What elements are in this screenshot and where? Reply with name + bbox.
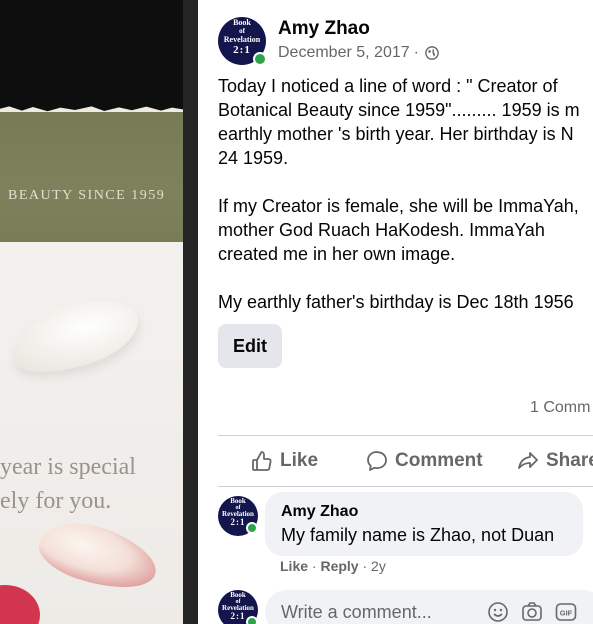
photo-dark-area	[0, 0, 183, 112]
photo-olive-band	[0, 112, 183, 242]
avatar-logo-line-2: of	[239, 27, 245, 35]
edit-button[interactable]: Edit	[218, 324, 282, 368]
post-author-name[interactable]: Amy Zhao	[278, 18, 370, 40]
comment-reply-link[interactable]: Reply	[320, 558, 358, 574]
post-meta: December 5, 2017 ·	[278, 44, 439, 62]
meta-separator: ·	[413, 44, 419, 61]
comment-count[interactable]: 1 Comm	[530, 399, 590, 417]
dot-separator: ·	[311, 558, 317, 574]
avatar-logo-line-3: Revelation	[223, 35, 261, 44]
online-status-dot	[246, 616, 258, 624]
share-button[interactable]: Share	[516, 447, 593, 475]
post-paragraph-3: My earthly father's birthday is Dec 18th…	[218, 290, 593, 314]
post-line: mother God Ruach HaKodesh. ImmaYah	[218, 220, 545, 240]
actions-divider-bottom	[218, 486, 593, 487]
comment-age: 2y	[371, 558, 386, 574]
avatar-logo-line-1: Book	[230, 591, 246, 599]
photo-text-line-1: year is special	[0, 454, 136, 480]
post-line: Today I noticed a line of word : " Creat…	[218, 76, 558, 96]
comment-button[interactable]: Comment	[365, 447, 483, 475]
panel-divider	[183, 0, 198, 624]
write-comment-input[interactable]: Write a comment... GIF	[265, 590, 593, 624]
comment-bubble: Amy Zhao My family name is Zhao, not Dua…	[265, 492, 583, 556]
post-paragraph-2: If my Creator is female, she will be Imm…	[218, 194, 593, 266]
like-label: Like	[280, 450, 319, 471]
photo-band-text: BEAUTY SINCE 1959	[8, 188, 166, 203]
facebook-post: Book of Revelation 2:1 Amy Zhao December…	[198, 0, 593, 624]
comment-author[interactable]: Amy Zhao	[281, 503, 358, 521]
like-button[interactable]: Like	[250, 447, 318, 475]
comment-actions: Like · Reply · 2y	[280, 558, 386, 574]
dot-separator: ·	[362, 558, 368, 574]
comment-placeholder: Write a comment...	[281, 602, 432, 622]
post-line: created me in her own image.	[218, 244, 456, 264]
globe-icon	[425, 46, 439, 60]
background-photo: BEAUTY SINCE 1959 year is special ely fo…	[0, 0, 183, 624]
photo-text-line-2: ely for you.	[0, 488, 112, 514]
gif-label: GIF	[560, 609, 573, 618]
post-line: If my Creator is female, she will be Imm…	[218, 196, 579, 216]
camera-icon[interactable]	[521, 601, 543, 623]
online-status-dot	[253, 52, 267, 66]
avatar-logo-line-1: Book	[233, 18, 251, 27]
post-line: Botanical Beauty since 1959"......... 19…	[218, 100, 580, 120]
post-body: Today I noticed a line of word : " Creat…	[218, 74, 593, 338]
emoji-icon[interactable]	[487, 601, 509, 623]
comment-text: My family name is Zhao, not Duan	[281, 525, 555, 545]
post-paragraph-1: Today I noticed a line of word : " Creat…	[218, 74, 593, 170]
share-arrow-icon	[518, 452, 538, 469]
post-line: 24 1959.	[218, 148, 289, 168]
actions-divider-top	[218, 435, 593, 436]
online-status-dot	[246, 522, 258, 534]
comment-like-link[interactable]: Like	[280, 558, 308, 574]
share-label: Share	[546, 450, 593, 471]
comment-label: Comment	[395, 450, 483, 471]
gif-icon[interactable]: GIF	[555, 601, 577, 623]
thumbs-up-icon	[252, 451, 272, 471]
post-line: My earthly father's birthday is Dec 18th…	[218, 292, 574, 312]
post-line: earthly mother 's birth year. Her birthd…	[218, 124, 574, 144]
comment-icon	[367, 451, 387, 471]
avatar-logo-line-1: Book	[230, 497, 246, 505]
post-date[interactable]: December 5, 2017	[278, 44, 410, 62]
